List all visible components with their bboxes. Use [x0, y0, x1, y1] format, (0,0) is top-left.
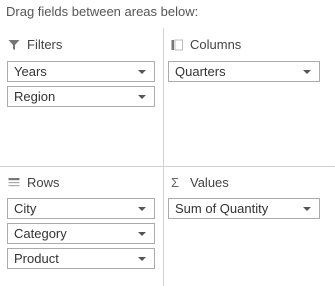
sigma-icon: Σ — [171, 175, 183, 190]
rows-icon — [8, 177, 20, 189]
field-label: Years — [14, 64, 47, 79]
columns-field-quarters[interactable]: Quarters — [168, 61, 320, 82]
rows-field-category[interactable]: Category — [7, 223, 155, 244]
chevron-down-icon[interactable] — [138, 70, 146, 74]
rows-area-header: Rows — [8, 175, 60, 191]
field-label: Sum of Quantity — [175, 201, 269, 216]
chevron-down-icon[interactable] — [303, 70, 311, 74]
horizontal-divider — [0, 166, 335, 167]
chevron-down-icon[interactable] — [303, 207, 311, 211]
sigma-glyph: Σ — [171, 175, 180, 190]
rows-field-city[interactable]: City — [7, 198, 155, 219]
chevron-down-icon[interactable] — [138, 207, 146, 211]
values-area-title: Values — [190, 175, 229, 190]
chevron-down-icon[interactable] — [138, 232, 146, 236]
values-area-header: Σ Values — [171, 175, 229, 191]
filter-icon — [8, 39, 20, 51]
rows-area-title: Rows — [27, 175, 60, 190]
chevron-down-icon[interactable] — [138, 257, 146, 261]
field-label: Region — [14, 89, 56, 104]
columns-area-header: Columns — [171, 37, 241, 53]
filters-area-header: Filters — [8, 37, 62, 53]
columns-area-title: Columns — [190, 37, 242, 52]
vertical-divider — [163, 28, 164, 286]
instruction-text: Drag fields between areas below: — [6, 4, 199, 19]
field-label: City — [14, 201, 37, 216]
values-field-sum-of-quantity[interactable]: Sum of Quantity — [168, 198, 320, 219]
field-label: Quarters — [175, 64, 226, 79]
rows-field-product[interactable]: Product — [7, 248, 155, 269]
filters-field-region[interactable]: Region — [7, 86, 155, 107]
field-label: Category — [14, 226, 67, 241]
columns-icon — [171, 39, 183, 51]
chevron-down-icon[interactable] — [138, 95, 146, 99]
filters-field-years[interactable]: Years — [7, 61, 155, 82]
filters-area-title: Filters — [27, 37, 63, 52]
field-label: Product — [14, 251, 59, 266]
